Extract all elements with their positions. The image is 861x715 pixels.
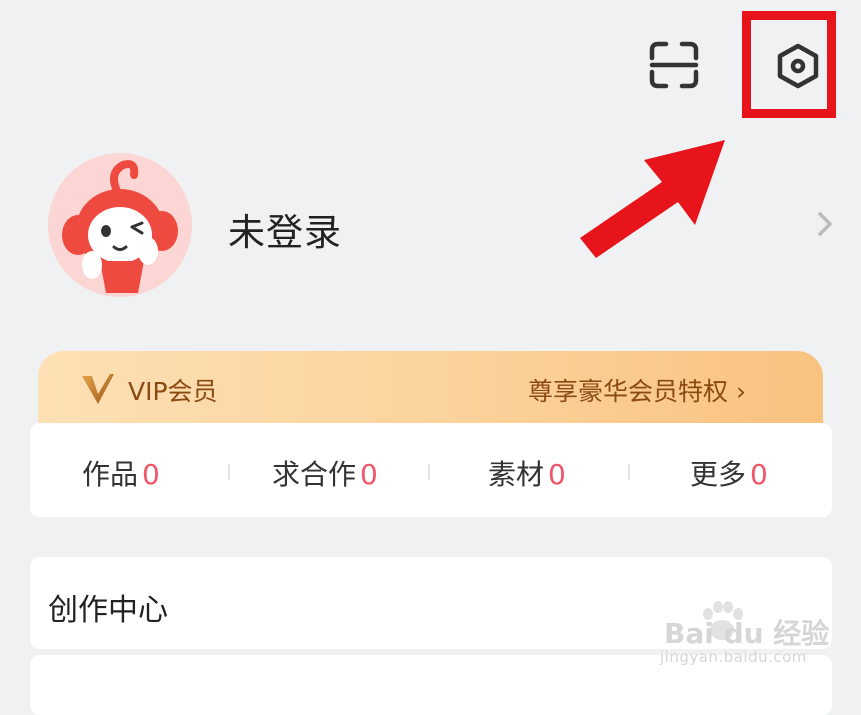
watermark-text: Bai du 经验 [664,617,830,650]
stat-more[interactable]: 更多 0 [690,453,768,493]
chevron-right-icon [818,212,832,236]
divider [628,464,630,480]
profile-chevron-button[interactable] [812,208,838,240]
stat-label: 作品 [82,458,139,491]
stat-cooperation[interactable]: 求合作 0 [272,453,378,493]
mascot-avatar-image [48,153,192,297]
stat-materials[interactable]: 素材 0 [488,453,566,493]
stat-works[interactable]: 作品 0 [82,453,160,493]
scan-icon [649,41,699,89]
stat-value: 0 [142,458,160,491]
divider [428,464,430,480]
red-arrow-annotation [580,140,725,258]
divider [228,464,230,480]
vip-privilege-link[interactable]: 尊享豪华会员特权 › [528,372,746,408]
watermark-url: jingyan.baidu.com [660,648,807,666]
stat-value: 0 [360,458,378,491]
scan-button[interactable] [648,40,700,90]
username-label[interactable]: 未登录 [228,202,342,256]
stat-label: 素材 [488,458,545,491]
settings-hexagon-icon [777,43,819,89]
vip-title: VIP会员 [128,377,218,406]
stat-value: 0 [548,458,566,491]
stat-label: 更多 [690,458,747,491]
stat-label: 求合作 [272,458,357,491]
stat-value: 0 [750,458,768,491]
avatar[interactable] [48,153,192,297]
creation-center-label: 创作中心 [48,593,168,628]
vip-logo-icon [80,372,116,406]
settings-button[interactable] [770,38,826,94]
